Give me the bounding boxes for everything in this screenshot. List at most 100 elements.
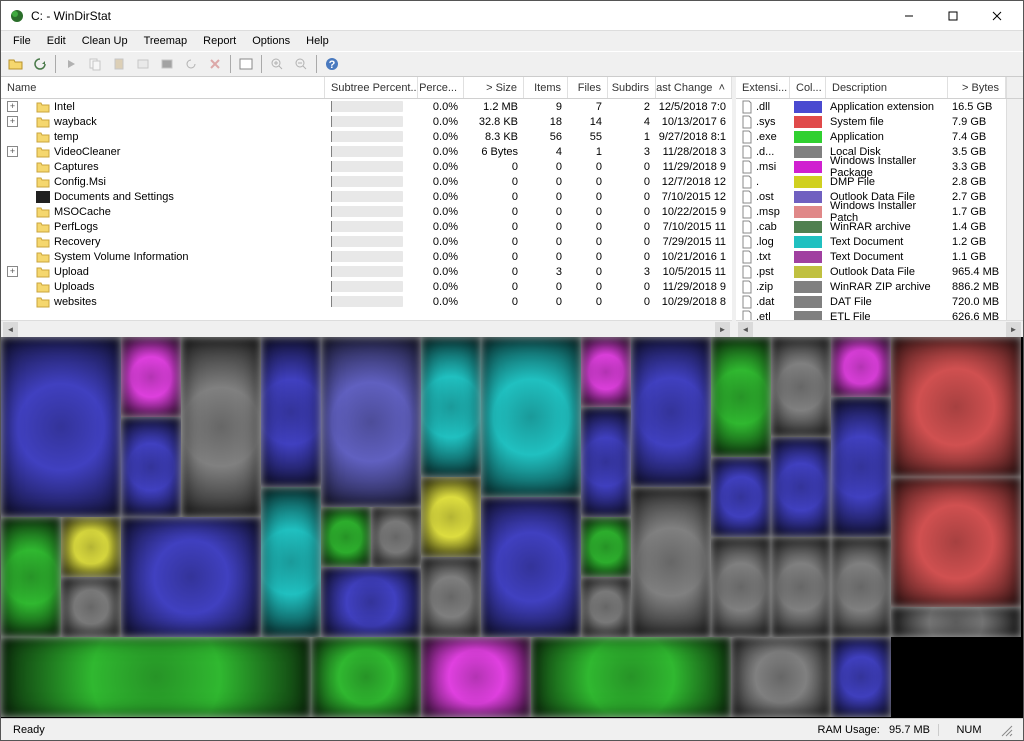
treemap-block[interactable] <box>61 577 121 637</box>
treemap-block[interactable] <box>421 477 481 557</box>
resize-grip-icon[interactable] <box>999 723 1019 737</box>
col-last-change[interactable]: Last Change ˄ <box>656 77 732 98</box>
treemap-block[interactable] <box>831 637 891 717</box>
treemap-block[interactable] <box>831 397 891 537</box>
directory-hscroll[interactable]: ◄ ► <box>1 320 732 337</box>
menu-help[interactable]: Help <box>298 33 337 49</box>
scroll-left-icon[interactable]: ◄ <box>738 322 753 337</box>
menu-edit[interactable]: Edit <box>39 33 74 49</box>
table-row[interactable]: +wayback0.0%32.8 KB1814410/13/2017 6 <box>1 114 732 129</box>
table-row[interactable]: MSOCache0.0%000010/22/2015 9 <box>1 204 732 219</box>
list-item[interactable]: .datDAT File720.0 MB <box>736 294 1006 309</box>
show-treemap-button[interactable] <box>235 53 257 75</box>
menu-report[interactable]: Report <box>195 33 244 49</box>
menu-file[interactable]: File <box>5 33 39 49</box>
table-row[interactable]: Uploads0.0%000011/29/2018 9 <box>1 279 732 294</box>
table-row[interactable]: Documents and Settings0.0%00007/10/2015 … <box>1 189 732 204</box>
treemap-block[interactable] <box>321 507 371 567</box>
treemap[interactable] <box>1 337 1023 718</box>
list-item[interactable]: .DMP File2.8 GB <box>736 174 1006 189</box>
col-extension[interactable]: Extensi... <box>736 77 790 98</box>
table-row[interactable]: +Intel0.0%1.2 MB97212/5/2018 7:0 <box>1 99 732 114</box>
treemap-block[interactable] <box>831 537 891 637</box>
col-bytes[interactable]: > Bytes <box>948 77 1006 98</box>
menu-treemap[interactable]: Treemap <box>136 33 196 49</box>
close-button[interactable] <box>975 2 1019 30</box>
treemap-block[interactable] <box>61 517 121 577</box>
list-item[interactable]: .txtText Document1.1 GB <box>736 249 1006 264</box>
table-row[interactable]: websites0.0%000010/29/2018 8 <box>1 294 732 309</box>
list-item[interactable]: .logText Document1.2 GB <box>736 234 1006 249</box>
list-item[interactable]: .cabWinRAR archive1.4 GB <box>736 219 1006 234</box>
table-row[interactable]: System Volume Information0.0%000010/21/2… <box>1 249 732 264</box>
treemap-block[interactable] <box>631 487 711 637</box>
minimize-button[interactable] <box>887 2 931 30</box>
treemap-block[interactable] <box>891 607 1021 637</box>
treemap-block[interactable] <box>581 407 631 517</box>
treemap-block[interactable] <box>581 517 631 577</box>
help-button[interactable]: ? <box>321 53 343 75</box>
list-item[interactable]: .pstOutlook Data File965.4 MB <box>736 264 1006 279</box>
extension-vscroll[interactable] <box>1006 99 1023 320</box>
list-item[interactable]: .zipWinRAR ZIP archive886.2 MB <box>736 279 1006 294</box>
list-item[interactable]: .sysSystem file7.9 GB <box>736 114 1006 129</box>
treemap-block[interactable] <box>631 337 711 487</box>
treemap-block[interactable] <box>481 497 581 637</box>
treemap-block[interactable] <box>371 507 421 567</box>
table-row[interactable]: Captures0.0%000011/29/2018 9 <box>1 159 732 174</box>
treemap-block[interactable] <box>261 337 321 487</box>
table-row[interactable]: Config.Msi0.0%000012/7/2018 12 <box>1 174 732 189</box>
col-subdirs[interactable]: Subdirs <box>608 77 656 98</box>
treemap-block[interactable] <box>421 637 531 717</box>
scroll-left-icon[interactable]: ◄ <box>3 322 18 337</box>
list-item[interactable]: .etlETL File626.6 MB <box>736 309 1006 320</box>
treemap-block[interactable] <box>771 537 831 637</box>
scroll-right-icon[interactable]: ► <box>715 322 730 337</box>
extension-rows[interactable]: .dllApplication extension16.5 GB.sysSyst… <box>736 99 1006 320</box>
maximize-button[interactable] <box>931 2 975 30</box>
treemap-block[interactable] <box>181 337 261 517</box>
table-row[interactable]: +VideoCleaner0.0%6 Bytes41311/28/2018 3 <box>1 144 732 159</box>
treemap-block[interactable] <box>311 637 421 717</box>
treemap-block[interactable] <box>261 487 321 637</box>
treemap-block[interactable] <box>831 337 891 397</box>
col-size[interactable]: > Size <box>464 77 524 98</box>
extension-hscroll[interactable]: ◄ ► <box>736 320 1023 337</box>
treemap-block[interactable] <box>531 637 731 717</box>
treemap-block[interactable] <box>1 517 61 637</box>
table-row[interactable]: temp0.0%8.3 KB565519/27/2018 8:1 <box>1 129 732 144</box>
expander-icon[interactable]: + <box>7 116 18 127</box>
treemap-block[interactable] <box>121 417 181 517</box>
treemap-block[interactable] <box>421 557 481 637</box>
treemap-block[interactable] <box>421 337 481 477</box>
treemap-block[interactable] <box>121 337 181 417</box>
treemap-block[interactable] <box>321 337 421 507</box>
table-row[interactable]: +Upload0.0%030310/5/2015 11 <box>1 264 732 279</box>
expander-icon[interactable]: + <box>7 266 18 277</box>
col-subtree-pct[interactable]: Subtree Percent... <box>325 77 418 98</box>
open-button[interactable] <box>5 53 27 75</box>
treemap-block[interactable] <box>581 577 631 637</box>
table-row[interactable]: PerfLogs0.0%00007/10/2015 11 <box>1 219 732 234</box>
menu-options[interactable]: Options <box>244 33 298 49</box>
expander-icon[interactable]: + <box>7 101 18 112</box>
col-name[interactable]: Name <box>1 77 325 98</box>
treemap-block[interactable] <box>581 337 631 407</box>
col-description[interactable]: Description <box>826 77 948 98</box>
treemap-block[interactable] <box>891 477 1021 607</box>
treemap-block[interactable] <box>731 637 831 717</box>
table-row[interactable]: Recovery0.0%00007/29/2015 11 <box>1 234 732 249</box>
treemap-block[interactable] <box>711 457 771 537</box>
list-item[interactable]: .exeApplication7.4 GB <box>736 129 1006 144</box>
list-item[interactable]: .mspWindows Installer Patch1.7 GB <box>736 204 1006 219</box>
treemap-block[interactable] <box>1 637 311 717</box>
treemap-block[interactable] <box>321 567 421 637</box>
treemap-block[interactable] <box>771 437 831 537</box>
col-color[interactable]: Col... <box>790 77 826 98</box>
col-files[interactable]: Files <box>568 77 608 98</box>
treemap-block[interactable] <box>1 337 121 517</box>
treemap-block[interactable] <box>711 337 771 457</box>
treemap-block[interactable] <box>481 337 581 497</box>
col-items[interactable]: Items <box>524 77 568 98</box>
refresh-button[interactable] <box>29 53 51 75</box>
